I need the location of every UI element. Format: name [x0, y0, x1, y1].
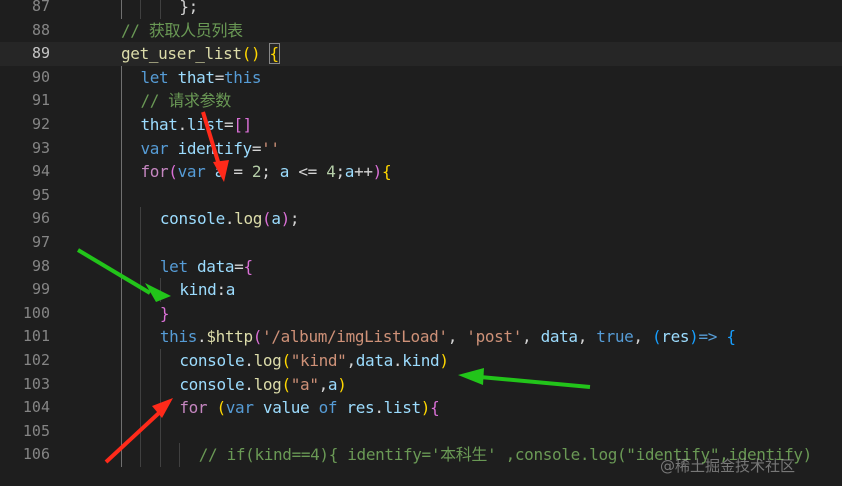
watermark: @稀土掘金技术社区 [660, 457, 796, 475]
red-arrow-bottom [104, 398, 173, 464]
red-arrow-top [201, 111, 229, 182]
code-editor[interactable]: 87}; 88// 获取人员列表 89 get_user_list() {90 let … [0, 0, 842, 486]
green-arrow-right [458, 368, 591, 389]
annotation-layer [76, 111, 591, 464]
green-arrow-left [76, 248, 171, 302]
